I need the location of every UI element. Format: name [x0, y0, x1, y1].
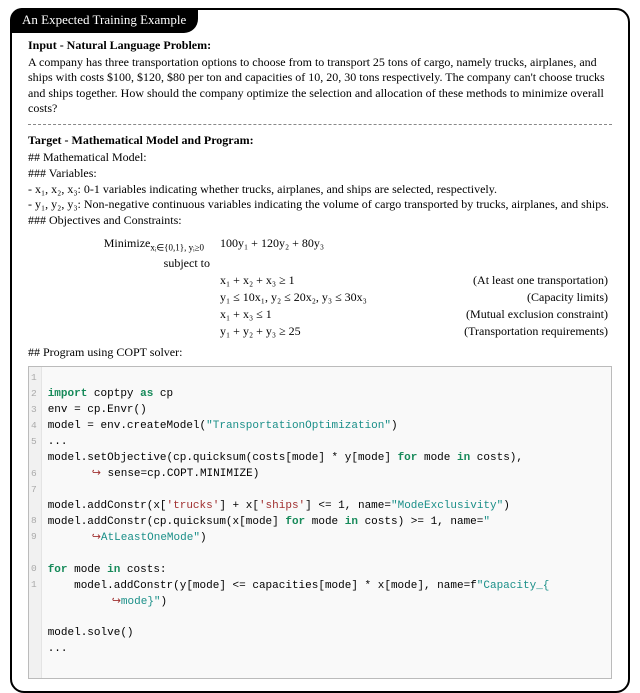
minimize-sub: xᵢ∈{0,1}, yᵢ≥0: [150, 243, 204, 253]
code-line-2: env = cp.Envr(): [48, 404, 147, 416]
var1: - x₁, x₂, x₃: 0-1 variables indicating w…: [28, 182, 612, 198]
c1-expr: x₁ + x₂ + x₃ ≥ 1: [220, 273, 442, 288]
c3-expr: x₁ + x₃ ≤ 1: [220, 307, 442, 322]
code-line-9: model.addConstr(y[mode] <= capacities[mo…: [48, 580, 550, 592]
code-line-8: for mode in costs:: [48, 564, 167, 576]
target-heading: Target - Mathematical Model and Program:: [28, 133, 612, 148]
code-line-4: ...: [48, 436, 68, 448]
c3-tag: (Mutual exclusion constraint): [442, 307, 612, 322]
code-line-5: model.setObjective(cp.quicksum(costs[mod…: [48, 452, 523, 464]
divider: [28, 124, 612, 125]
code-line-9-cont: ↪mode}"): [48, 595, 605, 611]
example-card: An Expected Training Example Input - Nat…: [10, 8, 630, 693]
objective-expr: 100y₁ + 120y₂ + 80y₃: [220, 236, 442, 251]
var2: - y₁, y₂, y₃: Non-negative continuous va…: [28, 197, 612, 213]
code-line-7-cont: ↪AtLeastOneMode"): [48, 531, 605, 547]
c2-expr: y₁ ≤ 10x₁, y₂ ≤ 20x₂, y₃ ≤ 30x₃: [220, 290, 442, 305]
input-text: A company has three transportation optio…: [28, 55, 612, 116]
code-line-1: import coptpy as cp: [48, 388, 173, 400]
code-line-7: model.addConstr(cp.quicksum(x[mode] for …: [48, 516, 490, 528]
variable-list: - x₁, x₂, x₃: 0-1 variables indicating w…: [28, 182, 612, 213]
code-line-11: ...: [48, 643, 68, 655]
subject-to: subject to: [60, 256, 220, 271]
code-line-5-cont: ↪ sense=cp.COPT.MINIMIZE): [48, 467, 605, 483]
c1-tag: (At least one transportation): [442, 273, 612, 288]
math-block: Minimizexᵢ∈{0,1}, yᵢ≥0 100y₁ + 120y₂ + 8…: [60, 236, 612, 338]
program-heading: ## Program using COPT solver:: [28, 345, 612, 361]
code-line-3: model = env.createModel("TransportationO…: [48, 420, 398, 432]
code-line-6: model.addConstr(x['trucks'] + x['ships']…: [48, 500, 510, 512]
model-heading: ## Mathematical Model:: [28, 150, 612, 166]
code-content: import coptpy as cp env = cp.Envr() mode…: [42, 367, 611, 678]
c4-expr: y₁ + y₂ + y₃ ≥ 25: [220, 324, 442, 339]
input-heading: Input - Natural Language Problem:: [28, 38, 612, 53]
vars-heading: ### Variables:: [28, 166, 612, 182]
card-tab: An Expected Training Example: [10, 8, 198, 33]
c4-tag: (Transportation requirements): [442, 324, 612, 339]
minimize-label: Minimize: [104, 236, 151, 250]
c2-tag: (Capacity limits): [442, 290, 612, 305]
code-block: 1 2 3 4 5 6 7 8 9 0 1 import coptpy as c…: [28, 366, 612, 679]
objectives-heading: ### Objectives and Constraints:: [28, 213, 612, 229]
code-line-10: model.solve(): [48, 627, 134, 639]
line-gutter: 1 2 3 4 5 6 7 8 9 0 1: [29, 367, 42, 678]
